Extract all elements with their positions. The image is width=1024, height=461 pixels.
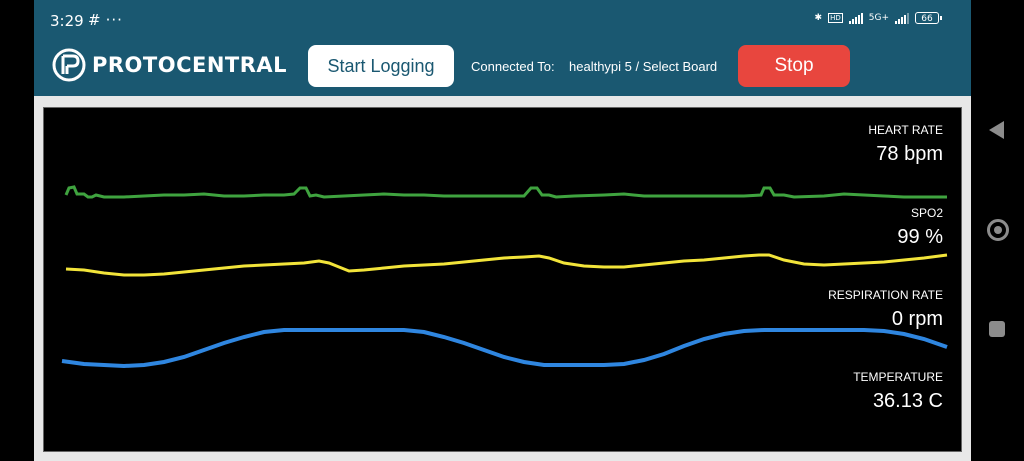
temperature-value: 36.13 C bbox=[872, 390, 943, 412]
bluetooth-icon: ✱ bbox=[814, 13, 823, 23]
signal-icon bbox=[848, 12, 863, 24]
app-window: 3:29 # ··· ✱ HD 5G+ 66 PROTOCENTRAL Star… bbox=[34, 0, 971, 461]
connected-device-select[interactable]: healthypi 5 / Select Board bbox=[569, 59, 717, 74]
start-logging-button[interactable]: Start Logging bbox=[308, 45, 454, 87]
respiration-rate-metric: RESPIRATION RATE 0 rpm bbox=[828, 288, 943, 331]
status-icons: ✱ HD 5G+ 66 bbox=[814, 12, 942, 24]
back-icon[interactable] bbox=[989, 121, 1004, 139]
temperature-label: TEMPERATURE bbox=[853, 370, 943, 384]
app-header: 3:29 # ··· ✱ HD 5G+ 66 PROTOCENTRAL Star… bbox=[34, 0, 971, 96]
respiration-waveform bbox=[61, 328, 948, 369]
5g-icon: 5G+ bbox=[868, 13, 889, 23]
recent-apps-icon[interactable] bbox=[989, 321, 1005, 337]
heart-rate-metric: HEART RATE 78 bpm bbox=[868, 123, 943, 166]
waveform-panel: HEART RATE 78 bpm SPO2 99 % RESPIRATION … bbox=[43, 107, 962, 452]
spo2-value: 99 % bbox=[897, 226, 943, 248]
spo2-label: SPO2 bbox=[910, 206, 943, 220]
spo2-metric: SPO2 99 % bbox=[897, 206, 943, 249]
ecg-waveform bbox=[64, 185, 947, 199]
volte-icon: HD bbox=[828, 13, 843, 23]
connected-label: Connected To: bbox=[471, 59, 555, 74]
stop-button[interactable]: Stop bbox=[738, 45, 850, 87]
waveform-canvas bbox=[61, 185, 948, 369]
brand-logo: PROTOCENTRAL bbox=[52, 48, 287, 82]
battery-icon: 66 bbox=[915, 12, 942, 24]
respiration-rate-label: RESPIRATION RATE bbox=[828, 288, 943, 302]
signal-icon-2 bbox=[895, 12, 909, 24]
slack-icon: # ··· bbox=[88, 11, 123, 29]
heart-rate-label: HEART RATE bbox=[868, 123, 943, 137]
status-time: 3:29 bbox=[50, 12, 84, 30]
heart-rate-value: 78 bpm bbox=[876, 143, 943, 165]
home-icon[interactable] bbox=[987, 219, 1009, 241]
temperature-metric: TEMPERATURE 36.13 C bbox=[853, 370, 943, 413]
protocentral-logo-icon bbox=[52, 48, 86, 82]
brand-name: PROTOCENTRAL bbox=[92, 53, 288, 77]
system-nav-bar bbox=[972, 0, 1024, 461]
spo2-waveform bbox=[65, 253, 948, 277]
respiration-rate-value: 0 rpm bbox=[891, 308, 943, 330]
